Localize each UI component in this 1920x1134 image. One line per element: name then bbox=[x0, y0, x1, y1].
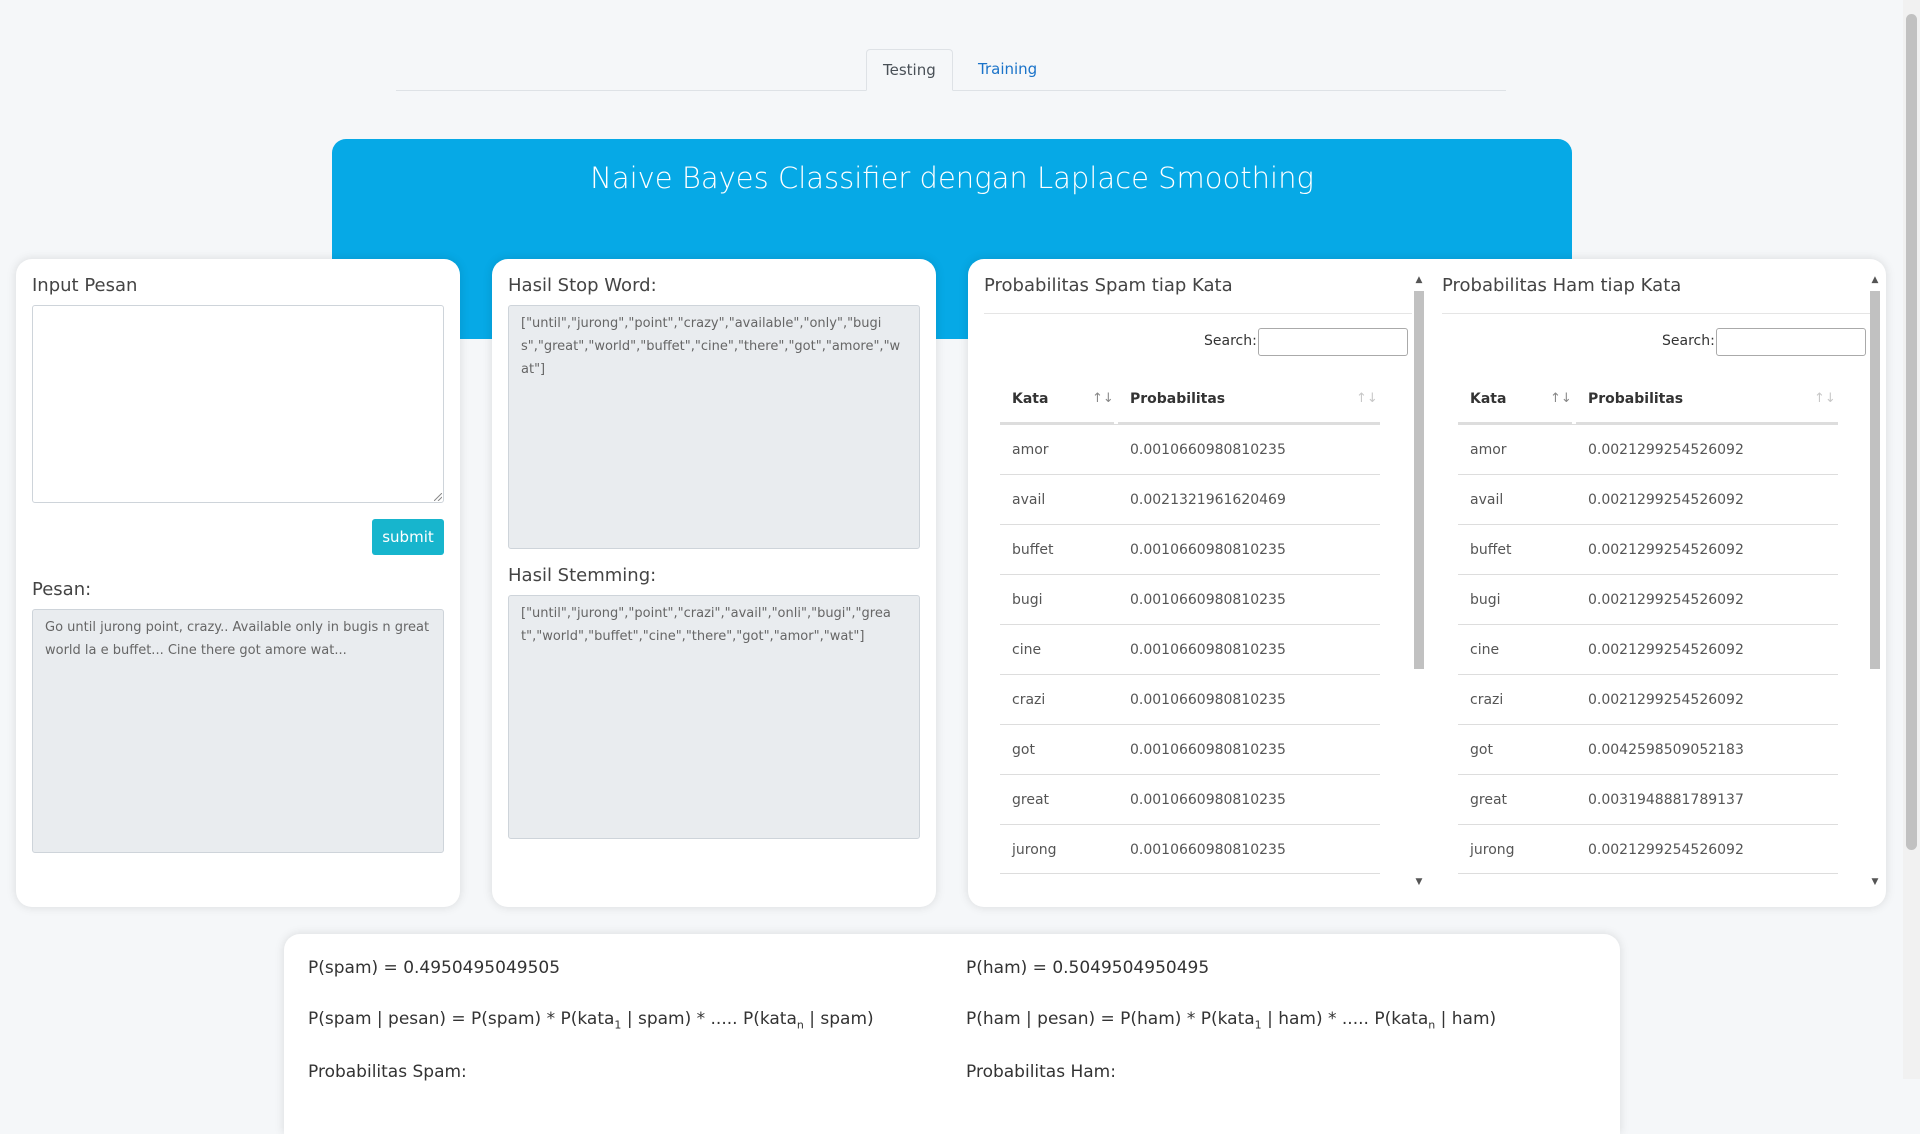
results-card: P(spam) = 0.4950495049505 P(ham) = 0.504… bbox=[284, 934, 1620, 1134]
ham-col-probabilitas[interactable]: Probabilitas ↑↓ bbox=[1576, 374, 1838, 424]
ham-formula: P(ham | pesan) = P(ham) * P(kata1 | ham)… bbox=[966, 1009, 1497, 1032]
input-title: Input Pesan bbox=[32, 275, 138, 296]
ham-search-input[interactable] bbox=[1716, 328, 1866, 356]
spam-col-probabilitas[interactable]: Probabilitas ↑↓ bbox=[1118, 374, 1380, 424]
table-row: jurong 0.0021299254526092 bbox=[1458, 824, 1838, 874]
submit-button[interactable]: submit bbox=[372, 519, 444, 555]
tab-training[interactable]: Training bbox=[962, 49, 1053, 89]
scroll-down-icon[interactable]: ▼ bbox=[1412, 877, 1426, 887]
stemming-label: Hasil Stemming: bbox=[508, 565, 657, 586]
p-spam: P(spam) = 0.4950495049505 bbox=[308, 958, 561, 978]
table-row: crazi 0.0010660980810235 bbox=[1000, 674, 1380, 724]
spam-table-title: Probabilitas Spam tiap Kata bbox=[984, 275, 1233, 296]
stopword-label: Hasil Stop Word: bbox=[508, 275, 657, 296]
table-row: cine 0.0021299254526092 bbox=[1458, 624, 1838, 674]
table-row: amor 0.0021299254526092 bbox=[1458, 424, 1838, 474]
table-row: bugi 0.0010660980810235 bbox=[1000, 574, 1380, 624]
tab-testing[interactable]: Testing bbox=[866, 49, 953, 91]
table-row: bugi 0.0021299254526092 bbox=[1458, 574, 1838, 624]
table-row: avail 0.0021299254526092 bbox=[1458, 474, 1838, 524]
sort-icon: ↑↓ bbox=[1814, 391, 1836, 406]
ham-col-kata[interactable]: Kata ↑↓ bbox=[1458, 374, 1572, 424]
table-row: got 0.0010660980810235 bbox=[1000, 724, 1380, 774]
spam-search-label: Search: bbox=[1204, 333, 1257, 349]
table-row: buffet 0.0021299254526092 bbox=[1458, 524, 1838, 574]
spam-col-kata[interactable]: Kata ↑↓ bbox=[1000, 374, 1114, 424]
pesan-output: Go until jurong point, crazy.. Available… bbox=[32, 609, 444, 853]
table-row: great 0.0010660980810235 bbox=[1000, 774, 1380, 824]
ham-scroll-thumb[interactable] bbox=[1870, 291, 1880, 669]
sort-asc-icon: ↑↓ bbox=[1092, 391, 1114, 406]
scroll-up-icon[interactable]: ▲ bbox=[1868, 275, 1882, 285]
table-row: jurong 0.0010660980810235 bbox=[1000, 824, 1380, 874]
scroll-up-icon[interactable]: ▲ bbox=[1412, 275, 1426, 285]
probability-tables-card: Probabilitas Spam tiap Kata Search: Kata… bbox=[968, 259, 1886, 907]
ham-search-label: Search: bbox=[1662, 333, 1715, 349]
table-row: buffet 0.0010660980810235 bbox=[1000, 524, 1380, 574]
table-row: got 0.0042598509052183 bbox=[1458, 724, 1838, 774]
spam-search-input[interactable] bbox=[1258, 328, 1408, 356]
sort-icon: ↑↓ bbox=[1356, 391, 1378, 406]
tab-bar: Testing Training bbox=[396, 49, 1506, 91]
table-row: crazi 0.0021299254526092 bbox=[1458, 674, 1838, 724]
pesan-label: Pesan: bbox=[32, 579, 92, 600]
resize-handle-icon[interactable] bbox=[434, 493, 442, 501]
stopword-output: ["until","jurong","point","crazy","avail… bbox=[508, 305, 920, 549]
page-title: Naive Bayes Classifier dengan Laplace Sm… bbox=[590, 161, 1314, 195]
scroll-down-icon[interactable]: ▼ bbox=[1868, 877, 1882, 887]
table-row: great 0.0031948881789137 bbox=[1458, 774, 1838, 824]
input-card: Input Pesan submit Pesan: Go until juron… bbox=[16, 259, 460, 907]
table-row: cine 0.0010660980810235 bbox=[1000, 624, 1380, 674]
spam-scroll-thumb[interactable] bbox=[1414, 291, 1424, 669]
table-row: avail 0.0021321961620469 bbox=[1000, 474, 1380, 524]
stemming-output: ["until","jurong","point","crazi","avail… bbox=[508, 595, 920, 839]
spam-panel: Probabilitas Spam tiap Kata Search: Kata… bbox=[968, 259, 1428, 907]
sort-asc-icon: ↑↓ bbox=[1550, 391, 1572, 406]
page-scroll-thumb[interactable] bbox=[1906, 14, 1917, 850]
prob-ham-label: Probabilitas Ham: bbox=[966, 1062, 1116, 1082]
spam-scrollbar[interactable]: ▲ ▼ bbox=[1412, 275, 1426, 891]
table-row: amor 0.0010660980810235 bbox=[1000, 424, 1380, 474]
p-ham: P(ham) = 0.5049504950495 bbox=[966, 958, 1210, 978]
prob-spam-label: Probabilitas Spam: bbox=[308, 1062, 467, 1082]
ham-panel: Probabilitas Ham tiap Kata Search: Kata … bbox=[1428, 259, 1886, 907]
spam-formula: P(spam | pesan) = P(spam) * P(kata1 | sp… bbox=[308, 1009, 874, 1032]
ham-scrollbar[interactable]: ▲ ▼ bbox=[1868, 275, 1882, 891]
processing-card: Hasil Stop Word: ["until","jurong","poin… bbox=[492, 259, 936, 907]
message-input[interactable] bbox=[32, 305, 444, 503]
ham-table-title: Probabilitas Ham tiap Kata bbox=[1442, 275, 1682, 296]
